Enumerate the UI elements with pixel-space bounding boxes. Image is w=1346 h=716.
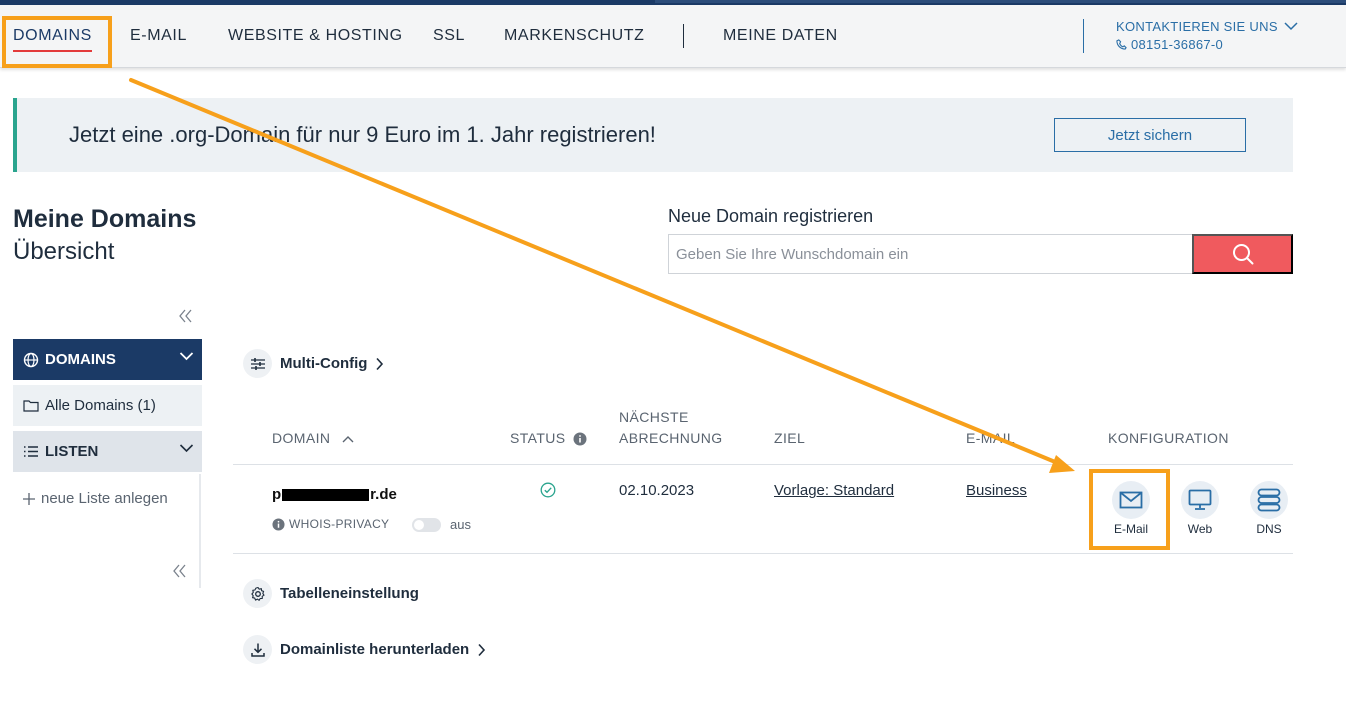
nav-item-website-hosting[interactable]: WEBSITE & HOSTING — [228, 27, 403, 45]
column-header-config: KONFIGURATION — [1108, 430, 1229, 446]
info-icon — [272, 517, 285, 531]
config-label: DNS — [1256, 522, 1282, 536]
domain-name[interactable]: p r.de — [272, 486, 397, 503]
sliders-icon — [243, 349, 272, 378]
globe-icon — [23, 352, 39, 367]
column-header-target: ZIEL — [774, 430, 806, 446]
download-domainlist-label: Domainliste herunterladen — [280, 641, 470, 658]
info-icon[interactable] — [573, 432, 587, 446]
whois-label-text: WHOIS-PRIVACY — [289, 517, 390, 531]
nav-item-ssl[interactable]: SSL — [433, 27, 465, 45]
contact-menu[interactable]: KONTAKTIEREN SIE UNS 08151-36867-0 — [1116, 19, 1298, 52]
collapse-lists-button[interactable] — [172, 564, 188, 583]
multi-config-label: Multi-Config — [280, 355, 368, 372]
sidebar-item-lists[interactable]: LISTEN — [13, 431, 202, 472]
billing-date: 02.10.2023 — [619, 482, 695, 499]
server-icon — [1250, 481, 1288, 519]
search-icon — [1232, 244, 1253, 265]
highlight-email-config — [1089, 469, 1170, 550]
download-icon — [243, 635, 272, 664]
collapse-sidebar-button[interactable] — [178, 309, 194, 328]
whois-privacy-state: aus — [450, 517, 471, 532]
list-icon — [24, 446, 38, 457]
download-domainlist-button[interactable]: Domainliste herunterladen — [243, 635, 486, 664]
whois-privacy-toggle[interactable] — [412, 518, 441, 532]
sort-ascending-icon — [342, 435, 354, 442]
sidebar-item-label: LISTEN — [45, 443, 99, 460]
main-navigation: DOMAINS E-MAIL WEBSITE & HOSTING SSL MAR… — [0, 5, 1346, 68]
column-header-email: E-MAIL — [966, 430, 1016, 446]
column-header-status: STATUS — [510, 428, 587, 449]
folder-icon — [23, 400, 39, 412]
monitor-icon — [1181, 481, 1219, 519]
sidebar-item-label: Alle Domains (1) — [45, 397, 156, 414]
nav-item-meine-daten[interactable]: MEINE DATEN — [723, 27, 838, 45]
chevron-down-icon — [179, 444, 194, 453]
promo-text: Jetzt eine .org-Domain für nur 9 Euro im… — [69, 122, 656, 147]
column-header-label: ABRECHNUNG — [619, 430, 723, 446]
target-link[interactable]: Vorlage: Standard — [774, 482, 894, 499]
new-list-label: neue Liste anlegen — [41, 490, 168, 507]
chevron-down-icon — [1284, 22, 1298, 31]
table-settings-label: Tabelleneinstellung — [280, 585, 419, 602]
domain-name-suffix: r.de — [370, 486, 397, 503]
config-dns-button[interactable]: DNS — [1239, 481, 1299, 536]
table-settings-button[interactable]: Tabelleneinstellung — [243, 579, 419, 608]
domain-name-prefix: p — [272, 486, 282, 503]
nav-item-markenschutz[interactable]: MARKENSCHUTZ — [504, 27, 645, 45]
table-divider — [233, 464, 1293, 465]
multi-config-button[interactable]: Multi-Config — [243, 349, 384, 378]
highlight-domains-nav — [2, 16, 112, 68]
contact-phone[interactable]: 08151-36867-0 — [1131, 37, 1223, 52]
column-header-label: DOMAIN — [272, 430, 331, 446]
contact-label: KONTAKTIEREN SIE UNS — [1116, 19, 1278, 34]
new-list-button[interactable]: neue Liste anlegen — [22, 490, 168, 507]
email-plan-link[interactable]: Business — [966, 482, 1027, 499]
nav-divider — [683, 24, 684, 48]
table-divider — [233, 553, 1293, 554]
gear-icon — [243, 579, 272, 608]
nav-divider-contact — [1083, 19, 1084, 53]
config-web-button[interactable]: Web — [1170, 481, 1230, 536]
sidebar-item-domains[interactable]: DOMAINS — [13, 339, 202, 380]
double-chevron-left-icon — [179, 309, 192, 323]
sidebar-item-label: DOMAINS — [45, 351, 116, 368]
plus-icon — [23, 492, 35, 505]
redacted-text — [282, 488, 370, 501]
whois-privacy-label: WHOIS-PRIVACY — [272, 517, 389, 531]
domain-search-button[interactable] — [1192, 234, 1293, 274]
column-header-label: STATUS — [510, 430, 566, 446]
chevron-right-icon — [376, 357, 384, 370]
chevron-down-icon — [179, 352, 194, 361]
promo-cta-button[interactable]: Jetzt sichern — [1054, 118, 1246, 152]
page-subtitle: Übersicht — [13, 238, 115, 265]
nav-item-email[interactable]: E-MAIL — [130, 27, 187, 45]
double-chevron-left-icon — [173, 564, 186, 578]
sidebar-item-all-domains[interactable]: Alle Domains (1) — [13, 385, 202, 426]
column-header-domain[interactable]: DOMAIN — [272, 428, 354, 449]
domain-search-input[interactable] — [668, 234, 1193, 274]
config-label: Web — [1187, 522, 1213, 536]
phone-icon — [1116, 39, 1127, 50]
chevron-right-icon — [478, 643, 486, 656]
page-title: Meine Domains — [13, 205, 197, 233]
status-ok-icon — [540, 482, 556, 503]
new-domain-label: Neue Domain registrieren — [668, 206, 874, 226]
promo-banner: Jetzt eine .org-Domain für nur 9 Euro im… — [13, 98, 1293, 172]
sidebar-divider — [199, 474, 201, 588]
column-header-billing: NÄCHSTE ABRECHNUNG — [619, 407, 723, 449]
column-header-label: NÄCHSTE — [619, 409, 689, 425]
